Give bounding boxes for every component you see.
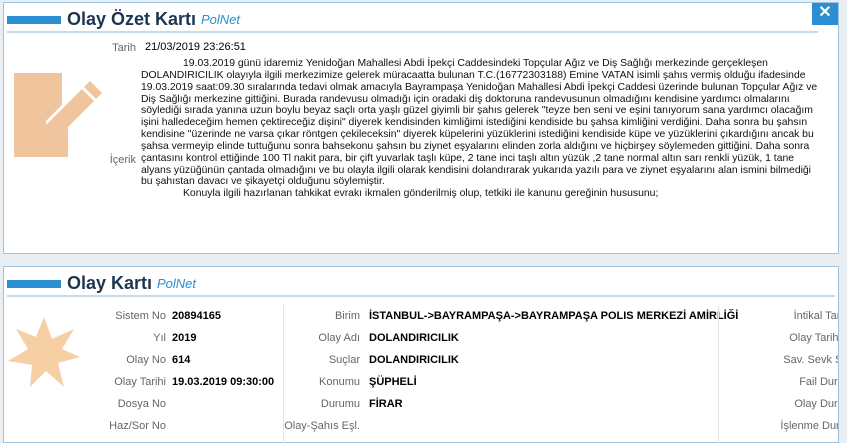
yil-value: 2019: [172, 332, 197, 344]
summary-card: Olay Özet Kartı PolNet ✕ Tarih 21/03/201…: [3, 2, 839, 254]
suclar-value: DOLANDIRICILIK: [369, 354, 459, 366]
islenme-durum-label: İşlenme Durum: [780, 420, 838, 432]
close-button[interactable]: ✕: [812, 3, 838, 25]
olay-tarihi-label-2: Olay Tarihi: [789, 332, 838, 344]
konumu-label: Konumu: [319, 376, 360, 388]
content-text: 19.03.2019 günü idaremiz Yenidoğan Mahal…: [141, 58, 821, 200]
olay-no-label: Olay No: [126, 354, 166, 366]
olay-adi-label: Olay Adı: [318, 332, 360, 344]
fail-durum-label: Fail Durum: [799, 376, 838, 388]
konumu-value: ŞÜPHELİ: [369, 376, 417, 388]
olay-tarihi-label: Olay Tarihi: [114, 376, 166, 388]
olay-tarihi-value: 19.03.2019 09:30:00: [172, 376, 275, 388]
sistem-no-value: 20894165: [172, 310, 221, 322]
haz-sor-no-label: Haz/Sor No: [109, 420, 166, 432]
olay-adi-value: DOLANDIRICILIK: [369, 332, 459, 344]
sistem-no-label: Sistem No: [115, 310, 166, 322]
event-card-title: Olay Kartı: [67, 273, 153, 293]
durumu-label: Durumu: [320, 398, 360, 410]
edit-document-icon: [14, 73, 102, 157]
star-burst-icon: [8, 317, 80, 387]
dosya-no-label: Dosya No: [117, 398, 166, 410]
col3-clip: İntikal Tarih Olay Tarihi Sav. Sevk Şek …: [719, 305, 838, 443]
date-label: Tarih: [112, 42, 136, 54]
header-accent-bar: [7, 16, 61, 24]
summary-card-subtitle: PolNet: [201, 12, 241, 27]
suclar-label: Suçlar: [328, 354, 360, 366]
yil-label: Yıl: [153, 332, 166, 344]
birim-label: Birim: [334, 310, 360, 322]
olay-sahis-label: Olay-Şahıs Eşl.: [284, 420, 360, 432]
header-divider: [7, 31, 818, 33]
close-icon: ✕: [818, 4, 832, 21]
date-value: 21/03/2019 23:26:51: [145, 41, 246, 53]
header-accent-bar: [7, 280, 61, 288]
summary-card-title: Olay Özet Kartı: [67, 9, 197, 29]
content-paragraph-2: Konuyla ilgili hazırlanan tahkikat evrak…: [183, 188, 659, 200]
content-label: İçerik: [109, 154, 136, 166]
sav-sevk-label: Sav. Sevk Şek: [783, 354, 838, 366]
birim-value: İSTANBUL->BAYRAMPAŞA->BAYRAMPAŞA POLIS M…: [369, 310, 739, 322]
olay-durum-label: Olay Durum: [794, 398, 838, 410]
intikal-tarih-label: İntikal Tarih: [793, 310, 838, 322]
header-divider: [7, 295, 835, 297]
event-card: Olay Kartı PolNet Sistem No 20894165 Yıl…: [3, 266, 839, 443]
durumu-value: FİRAR: [369, 398, 403, 410]
olay-no-value: 614: [172, 354, 191, 366]
event-card-subtitle: PolNet: [157, 276, 197, 291]
content-paragraph-1: 19.03.2019 günü idaremiz Yenidoğan Mahal…: [141, 58, 818, 188]
